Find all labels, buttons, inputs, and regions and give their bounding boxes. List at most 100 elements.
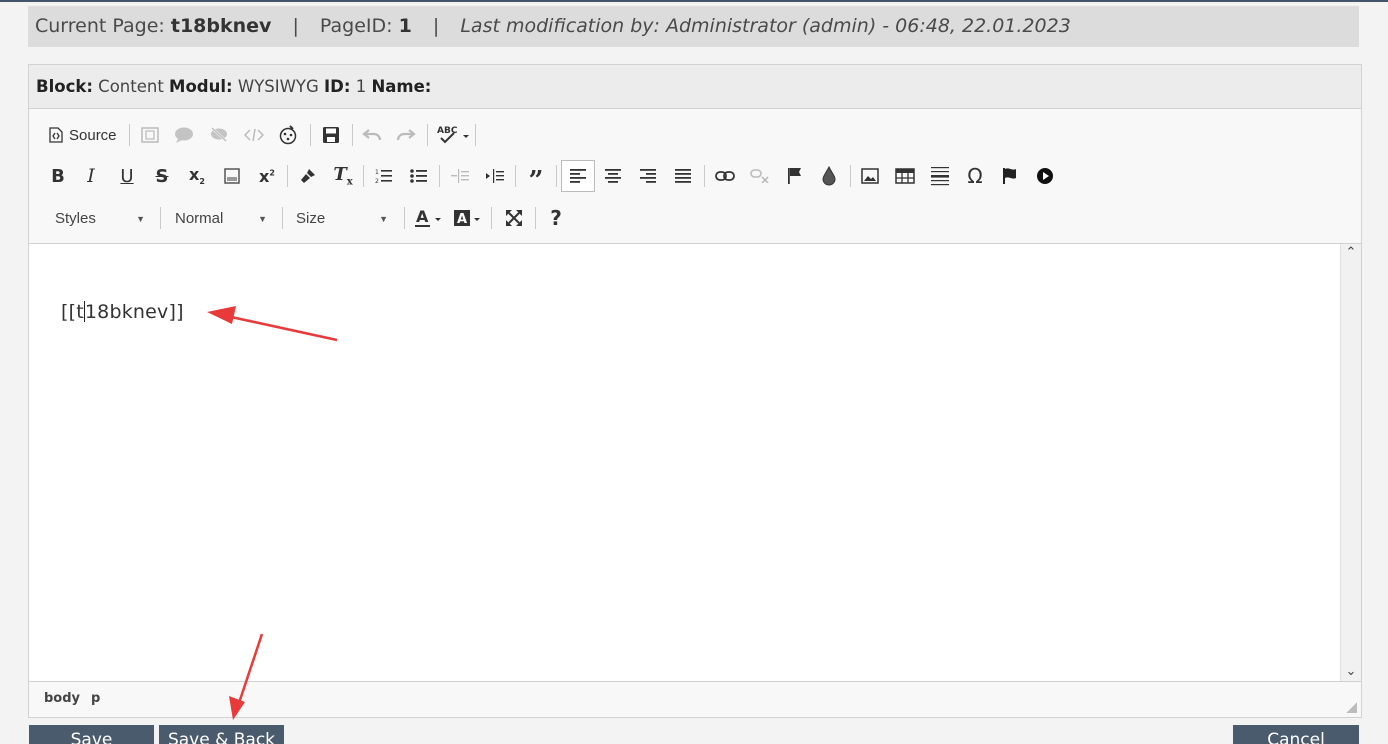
id-value: 1	[355, 77, 367, 96]
increase-indent-button[interactable]	[480, 161, 510, 191]
superscript-button[interactable]: x2	[252, 161, 282, 191]
toolbar-separator	[404, 207, 405, 229]
toolbar-separator	[310, 124, 311, 146]
size-dropdown[interactable]: Size ▼	[284, 205, 396, 231]
help-button[interactable]: ?	[541, 203, 571, 233]
save-button[interactable]: Save	[29, 725, 154, 744]
format-dropdown[interactable]: Normal ▼	[163, 205, 275, 231]
bulleted-list-icon	[410, 169, 427, 183]
block-value: Content	[98, 77, 164, 96]
svg-text:A: A	[416, 207, 429, 226]
numbered-list-icon: 12	[375, 169, 392, 184]
chevron-down-icon: ▼	[379, 214, 388, 224]
path-item-body[interactable]: body	[44, 691, 80, 706]
styles-dropdown[interactable]: Styles ▼	[43, 205, 153, 231]
editor-scrollbar[interactable]: ⌃ ⌄	[1340, 244, 1361, 681]
show-blocks-icon	[141, 127, 159, 143]
toolbar-separator	[160, 207, 161, 229]
comment-button[interactable]	[169, 120, 199, 150]
cancel-button[interactable]: Cancel	[1233, 725, 1359, 744]
editor-content-area[interactable]: [[t18bknev]]	[29, 244, 1340, 681]
subscript-button[interactable]: x2	[182, 161, 212, 191]
resize-handle-icon[interactable]	[1346, 702, 1357, 713]
align-center-button[interactable]	[598, 161, 628, 191]
hide-comment-button[interactable]	[204, 120, 234, 150]
outdent-icon	[451, 169, 469, 183]
background-color-button[interactable]: A	[450, 203, 484, 233]
horizontal-line-button[interactable]	[925, 161, 955, 191]
scroll-up-icon[interactable]: ⌃	[1341, 244, 1361, 262]
omega-icon: Ω	[967, 164, 983, 188]
justify-button[interactable]	[668, 161, 698, 191]
media-embed-button[interactable]	[1030, 161, 1060, 191]
show-blocks-button[interactable]	[135, 120, 165, 150]
svg-text:1: 1	[375, 169, 379, 176]
bulleted-list-button[interactable]	[404, 161, 434, 191]
page-info-bar: Current Page: t18bknev | PageID: 1 | Las…	[28, 6, 1359, 47]
quote-icon: ”	[528, 166, 544, 196]
undo-button[interactable]	[357, 120, 387, 150]
id-label: ID:	[324, 77, 351, 96]
anchor-button[interactable]	[780, 161, 810, 191]
numbered-list-button[interactable]: 12	[369, 161, 399, 191]
editor-paragraph[interactable]: [[t18bknev]]	[61, 301, 184, 323]
decrease-indent-button[interactable]	[445, 161, 475, 191]
italic-button[interactable]: I	[76, 161, 106, 191]
drop-button[interactable]	[814, 161, 844, 191]
paintbrush-icon	[301, 169, 315, 183]
modul-value: WYSIWYG	[237, 77, 319, 96]
underline-button[interactable]: U	[112, 161, 142, 191]
toolbar-separator	[535, 207, 536, 229]
blockquote-button[interactable]: ”	[521, 161, 551, 196]
spellcheck-button[interactable]: ABC	[433, 120, 473, 150]
image-icon	[861, 168, 879, 184]
block-label: Block:	[36, 77, 93, 96]
code-snippet-button[interactable]	[239, 120, 269, 150]
toolbar-separator	[427, 124, 428, 146]
redo-button[interactable]	[391, 120, 421, 150]
strikethrough-button[interactable]: S	[147, 161, 177, 191]
bold-button[interactable]: B	[43, 161, 73, 191]
black-flag-icon	[1003, 168, 1016, 184]
maximize-button[interactable]	[499, 203, 529, 233]
save-and-back-button[interactable]: Save & Back	[159, 725, 284, 744]
templates-button[interactable]	[273, 120, 303, 150]
page-break-button[interactable]	[995, 161, 1025, 191]
table-icon	[895, 168, 915, 184]
svg-text:ABC: ABC	[437, 126, 458, 136]
scroll-down-icon[interactable]: ⌄	[1341, 663, 1361, 681]
toolbar-separator	[287, 165, 288, 187]
clear-format-icon: Tx	[333, 164, 353, 188]
styles-label: Styles	[55, 209, 96, 227]
superscript-icon: x2	[259, 166, 275, 186]
page-id-value: 1	[398, 15, 412, 37]
element-path-bar: body p	[29, 681, 1361, 717]
special-char-button[interactable]: Ω	[960, 161, 990, 191]
toolbar-separator	[556, 165, 557, 187]
image-button[interactable]	[855, 161, 885, 191]
align-right-button[interactable]	[633, 161, 663, 191]
name-label: Name:	[371, 77, 432, 96]
insert-layout-button[interactable]	[217, 161, 247, 191]
path-item-p[interactable]: p	[91, 691, 100, 706]
save-icon-button[interactable]	[316, 120, 346, 150]
unlink-button[interactable]	[745, 161, 775, 191]
palette-icon	[279, 125, 297, 145]
justify-icon	[675, 169, 691, 183]
layout-box-icon	[224, 168, 240, 184]
code-icon	[244, 128, 264, 142]
link-button[interactable]	[710, 161, 740, 191]
source-button[interactable]: Source	[45, 120, 121, 150]
page-id-label: PageID:	[319, 15, 393, 37]
remove-format-button[interactable]: Tx	[328, 161, 358, 191]
toolbar-separator	[129, 124, 130, 146]
spellcheck-icon: ABC	[437, 126, 469, 144]
top-border	[0, 0, 1388, 2]
copy-formatting-button[interactable]	[293, 161, 323, 191]
table-button[interactable]	[890, 161, 920, 191]
source-label: Source	[69, 126, 117, 144]
toolbar-separator	[282, 207, 283, 229]
text-color-button[interactable]: A	[411, 203, 445, 233]
align-left-button[interactable]	[561, 160, 595, 192]
separator: |	[292, 15, 299, 37]
